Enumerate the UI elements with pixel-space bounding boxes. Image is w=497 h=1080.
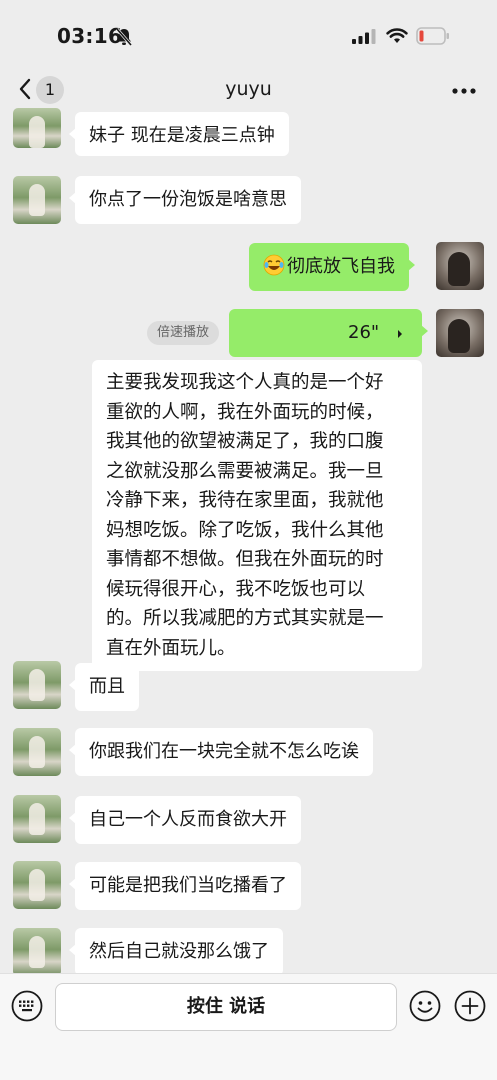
plus-icon[interactable] <box>454 990 486 1022</box>
message-text: 然后自己就没那么饿了 <box>89 941 269 962</box>
message-text: 自己一个人反而食欲大开 <box>89 809 287 830</box>
my-avatar[interactable] <box>436 242 484 290</box>
message-bubble[interactable]: 然后自己就没那么饿了 <box>69 928 283 973</box>
transcript-line: 妈想吃饭。除了吃饭，我什么其他 <box>106 519 384 541</box>
message-bubble[interactable]: 而且 <box>69 663 139 711</box>
transcript-line: 之欲就没那么需要被满足。我一旦 <box>106 460 384 482</box>
status-bar: 03:16 <box>0 0 497 72</box>
chat-header: 1 yuyu <box>0 72 497 108</box>
message-list[interactable]: 妹子 现在是凌晨三点钟 你点了一份泡饭是啥意思 彻底放飞自我 倍速播放 26" … <box>0 108 497 973</box>
laughing-tears-emoji-icon <box>263 254 285 276</box>
more-icon[interactable] <box>452 88 476 94</box>
my-avatar[interactable] <box>436 309 484 357</box>
transcript-line: 事情都不想做。但我在外面玩的时 <box>106 549 384 570</box>
message-text: 而且 <box>89 676 125 697</box>
contact-avatar[interactable] <box>13 661 61 709</box>
transcript-line: 直在外面玩儿。 <box>106 637 236 659</box>
wifi-icon <box>386 28 408 43</box>
chat-title: yuyu <box>225 78 272 100</box>
message-bubble[interactable]: 可能是把我们当吃播看了 <box>69 862 301 910</box>
message-bubble[interactable]: 你点了一份泡饭是啥意思 <box>69 176 301 224</box>
transcript-line: 重欲的人啊，我在外面玩的时候， <box>106 401 384 423</box>
message-text: 可能是把我们当吃播看了 <box>89 875 287 896</box>
sent-message-bubble[interactable]: 彻底放飞自我 <box>249 243 415 291</box>
message-bubble[interactable]: 你跟我们在一块完全就不怎么吃诶 <box>69 728 373 776</box>
message-text: 妹子 现在是凌晨三点钟 <box>89 125 275 146</box>
message-text: 你点了一份泡饭是啥意思 <box>89 189 287 210</box>
voice-message-bubble[interactable]: 26" <box>229 309 428 357</box>
transcript-line: 冷静下来，我待在家里面，我就他 <box>106 490 384 511</box>
transcript-line: 的。所以我减肥的方式其实就是一 <box>106 608 384 629</box>
contact-avatar[interactable] <box>13 176 61 224</box>
keyboard-icon[interactable] <box>11 990 43 1022</box>
status-time: 03:16 <box>57 24 123 48</box>
message-bubble[interactable]: 妹子 现在是凌晨三点钟 <box>69 112 289 156</box>
message-text: 你跟我们在一块完全就不怎么吃诶 <box>89 741 359 762</box>
hold-to-talk-button[interactable]: 按住 说话 <box>55 983 397 1031</box>
transcript-line: 候玩得很开心，我不吃饭也可以 <box>106 578 366 600</box>
contact-avatar[interactable] <box>13 928 61 973</box>
contact-avatar[interactable] <box>13 795 61 843</box>
voice-play-icon <box>398 330 402 338</box>
transcript-line: 主要我发现我这个人真的是一个好 <box>106 372 384 393</box>
contact-avatar[interactable] <box>13 728 61 776</box>
voice-duration: 26" <box>348 322 380 343</box>
emoji-icon[interactable] <box>409 990 441 1022</box>
signal-icon <box>352 29 376 44</box>
input-bar: 按住 说话 <box>0 973 497 1080</box>
contact-avatar[interactable] <box>13 108 61 148</box>
transcript-line: 我其他的欲望被满足了，我的口腹 <box>106 431 384 452</box>
bell-off-icon <box>116 28 132 46</box>
message-text: 彻底放飞自我 <box>287 256 395 277</box>
contact-avatar[interactable] <box>13 861 61 909</box>
voice-transcript: 主要我发现我这个人真的是一个好 重欲的人啊，我在外面玩的时候， 我其他的欲望被满… <box>92 360 422 671</box>
message-bubble[interactable]: 自己一个人反而食欲大开 <box>69 796 301 844</box>
playback-speed-button[interactable]: 倍速播放 <box>147 321 219 345</box>
battery-low-icon <box>416 27 449 45</box>
